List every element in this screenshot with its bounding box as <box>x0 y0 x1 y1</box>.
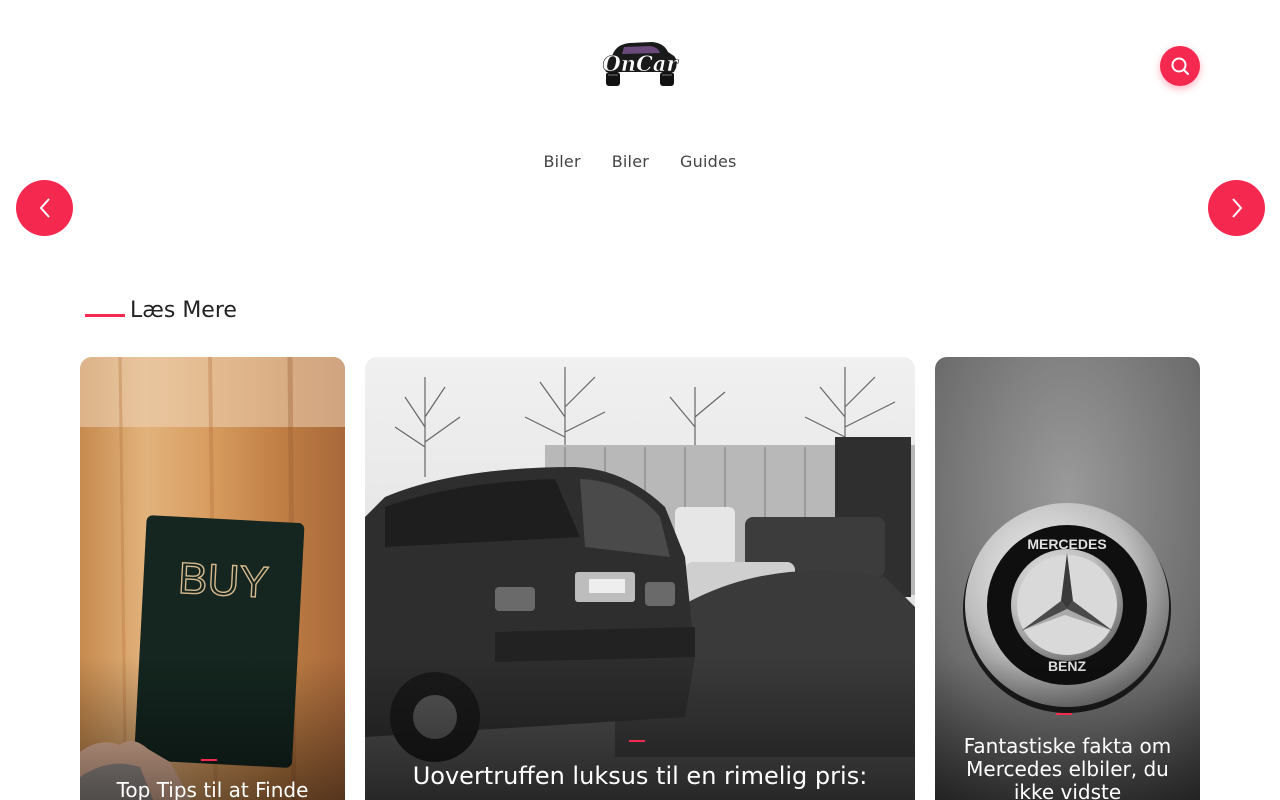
search-icon <box>1171 57 1189 75</box>
section-heading: Læs Mere <box>85 298 237 323</box>
chevron-left-icon <box>39 198 50 218</box>
svg-text:OnCar: OnCar <box>603 51 680 76</box>
article-card-2[interactable]: Uovertruffen luksus til en rimelig pris: <box>365 357 915 800</box>
article-card-1[interactable]: BUY Top Tips til at Finde <box>80 357 345 800</box>
nav-item-biler[interactable]: Biler <box>543 152 580 171</box>
nav-item-biler-2[interactable]: Biler <box>612 152 649 171</box>
card-title[interactable]: Fantastiske fakta om Mercedes elbiler, d… <box>951 735 1184 800</box>
article-card-3[interactable]: MERCEDES BENZ Fantastiske fakta om Merce… <box>935 357 1200 800</box>
section-title: Læs Mere <box>130 298 237 323</box>
site-logo[interactable]: OnCar <box>598 38 682 92</box>
nav-item-guides[interactable]: Guides <box>680 152 737 171</box>
main-nav: Biler Biler Guides <box>0 152 1280 171</box>
card-accent <box>629 740 645 742</box>
svg-text:MERCEDES: MERCEDES <box>1027 536 1106 552</box>
card-accent <box>201 759 217 761</box>
page: OnCar Biler Biler Guides Læs Mere BUY To… <box>0 0 1280 800</box>
card-title[interactable]: Top Tips til at Finde <box>96 779 329 800</box>
card-accent <box>1056 713 1072 715</box>
carousel-next-button[interactable] <box>1208 180 1265 236</box>
card-title[interactable]: Uovertruffen luksus til en rimelig pris: <box>381 762 899 790</box>
carousel-prev-button[interactable] <box>16 180 73 236</box>
chevron-right-icon <box>1231 198 1242 218</box>
search-button[interactable] <box>1160 46 1200 86</box>
svg-text:BUY: BUY <box>177 554 270 608</box>
section-accent-bar <box>85 314 125 317</box>
oncar-logo-icon: OnCar <box>602 42 680 86</box>
